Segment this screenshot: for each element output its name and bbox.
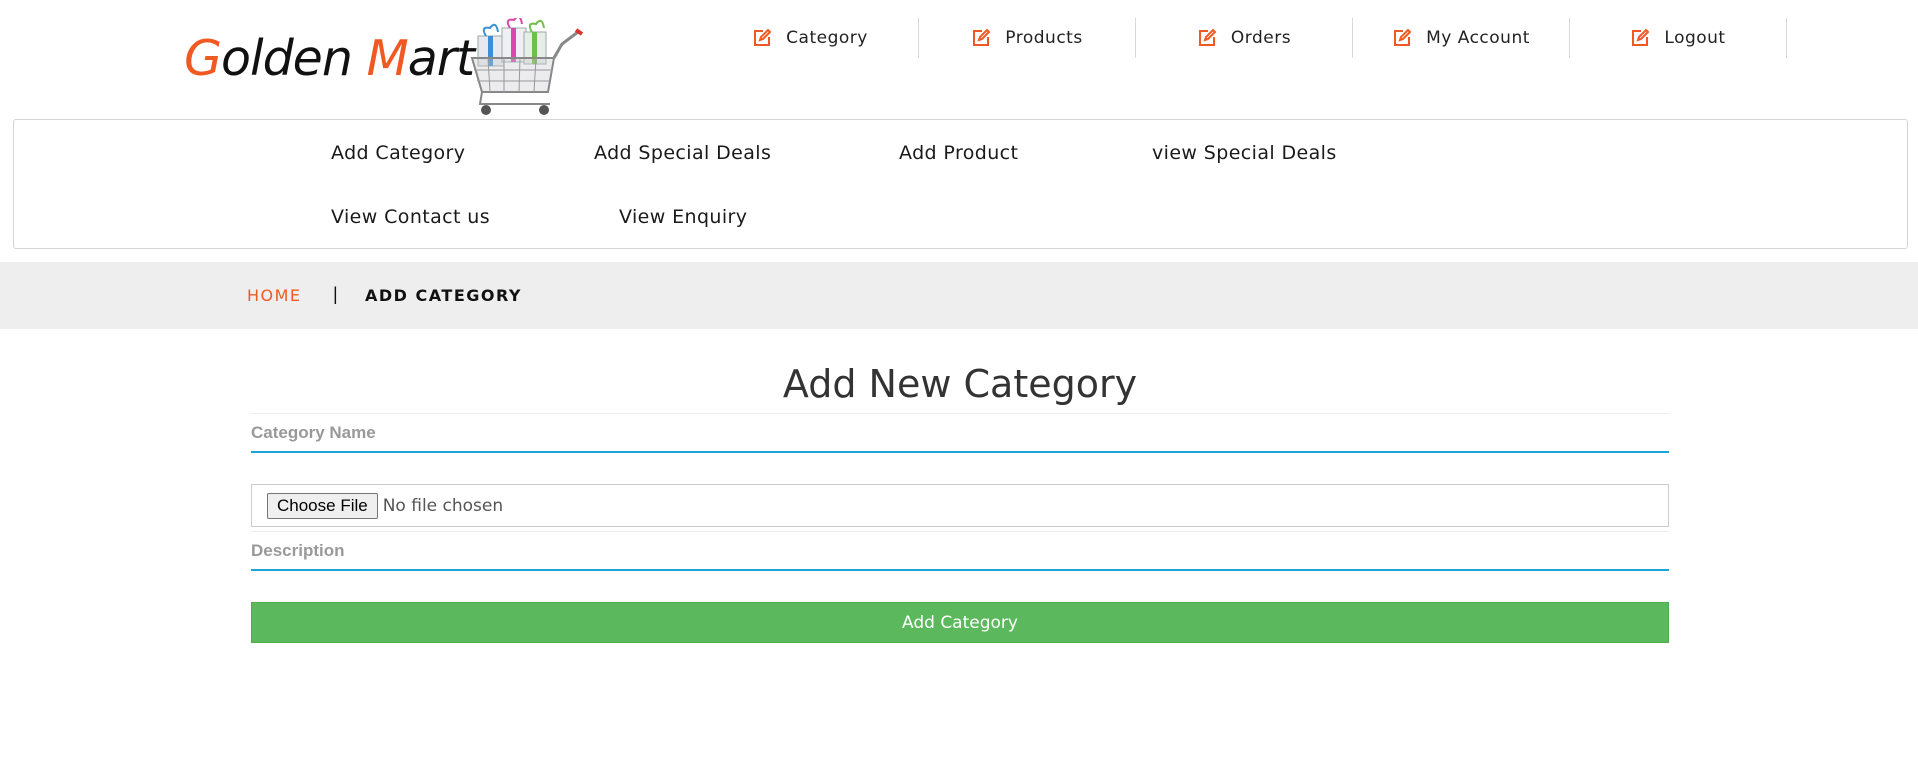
breadcrumb-home[interactable]: HOME xyxy=(247,286,302,305)
brand-logo[interactable]: Golden Mart xyxy=(184,30,475,87)
nav-products[interactable]: Products xyxy=(919,18,1136,58)
menu-view-enquiry[interactable]: View Enquiry xyxy=(619,206,747,228)
edit-icon xyxy=(1198,28,1217,46)
nav-my-account[interactable]: My Account xyxy=(1353,18,1570,58)
choose-file-button[interactable]: Choose File xyxy=(267,492,378,519)
menu-view-special-deals[interactable]: view Special Deals xyxy=(1152,142,1337,164)
brand-letter-m: M xyxy=(366,30,408,87)
breadcrumb: HOME | ADD CATEGORY xyxy=(0,262,1918,329)
menu-add-special-deals[interactable]: Add Special Deals xyxy=(594,142,771,164)
image-file-input[interactable]: Choose File No file chosen xyxy=(251,484,1669,527)
menu-view-contact-us[interactable]: View Contact us xyxy=(331,206,490,228)
menu-add-product[interactable]: Add Product xyxy=(899,142,1018,164)
nav-category-label: Category xyxy=(786,28,868,48)
brand-letter-g: G xyxy=(184,30,222,87)
breadcrumb-current: ADD CATEGORY xyxy=(365,286,523,305)
nav-my-account-label: My Account xyxy=(1426,28,1530,48)
edit-icon xyxy=(973,28,991,46)
edit-icon xyxy=(1394,28,1412,46)
description-input[interactable] xyxy=(251,531,1669,571)
nav-orders[interactable]: Orders xyxy=(1136,18,1353,58)
nav-orders-label: Orders xyxy=(1230,28,1292,48)
file-status: No file chosen xyxy=(382,495,504,516)
breadcrumb-separator: | xyxy=(333,284,338,304)
nav-logout-label: Logout xyxy=(1664,28,1726,48)
admin-menu: Add Category Add Special Deals Add Produ… xyxy=(13,119,1908,249)
nav-category[interactable]: Category xyxy=(702,18,919,58)
page-title: Add New Category xyxy=(782,362,1138,406)
menu-add-category[interactable]: Add Category xyxy=(331,142,465,164)
nav-logout[interactable]: Logout xyxy=(1570,18,1787,58)
brand-text-olden: olden xyxy=(220,30,367,87)
site-header: Golden Mart Category Products Orders My … xyxy=(0,0,1918,120)
add-category-button[interactable]: Add Category xyxy=(251,602,1669,643)
edit-icon xyxy=(1632,28,1650,46)
shopping-cart-icon xyxy=(470,18,584,115)
nav-products-label: Products xyxy=(1005,28,1083,48)
top-navigation: Category Products Orders My Account Logo… xyxy=(702,18,1787,58)
category-name-input[interactable] xyxy=(251,413,1669,453)
edit-icon xyxy=(754,28,772,46)
